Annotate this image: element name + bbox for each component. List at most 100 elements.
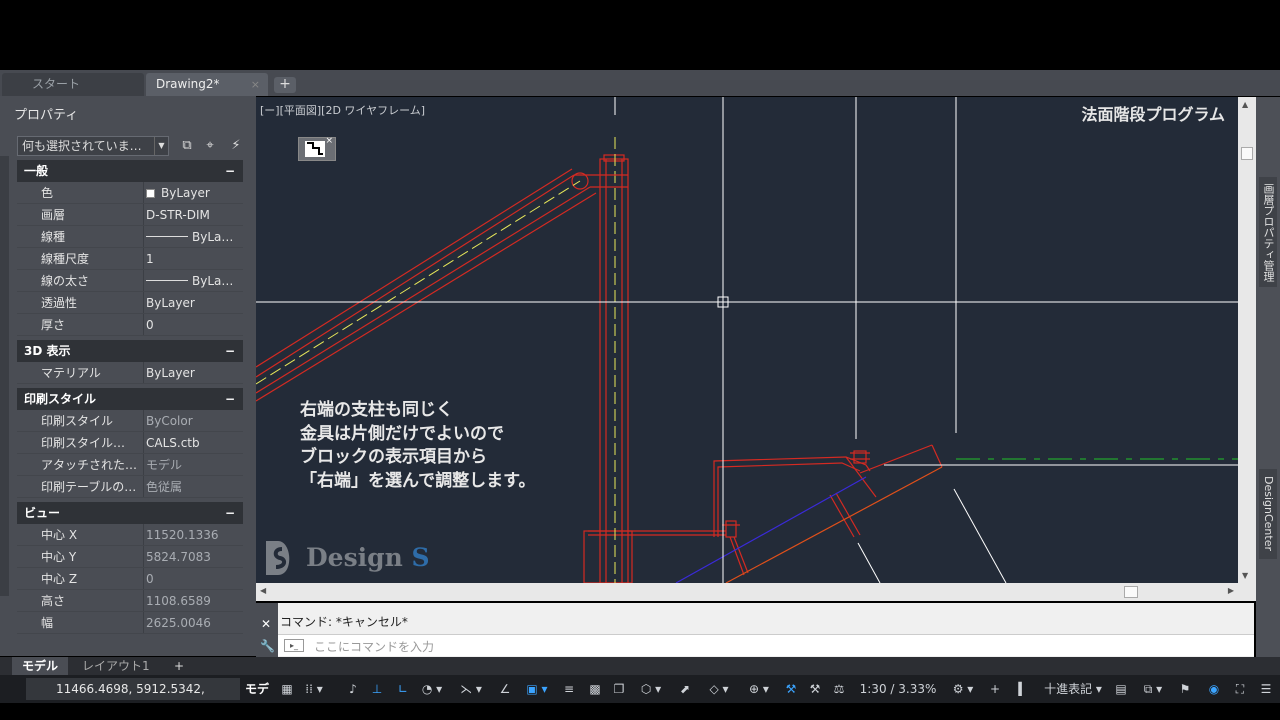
command-input[interactable]: ▸_ ここにコマンドを入力 [278,634,1254,656]
property-value[interactable]: 5824.7083 [146,546,242,568]
gizmo-icon[interactable]: ⊕ ▾ [742,678,776,700]
property-row[interactable]: 幅 2625.0046 [17,612,243,634]
scroll-up-icon[interactable]: ▲ [1242,100,1248,109]
dynamic-input-icon[interactable]: ⊥ [368,678,386,700]
lineweight-icon[interactable]: ≡ [560,678,578,700]
scale-selector[interactable]: 1:30 / 3.33% ▾ [856,678,940,718]
property-row[interactable]: 線の太さ ByLa… [17,270,243,292]
property-value[interactable]: D-STR-DIM [146,204,242,226]
close-tab-icon[interactable]: × [251,73,260,96]
tab-model[interactable]: モデル [12,657,69,675]
coordinate-readout[interactable]: 11466.4698, 5912.5342, 0.0000 [26,678,240,718]
property-row[interactable]: 線種尺度 1 [17,248,243,270]
property-value[interactable]: 11520.1336 [146,524,242,546]
annotation-visibility-icon[interactable]: ⚒ [782,678,800,700]
tab-drawing2[interactable]: Drawing2* × [146,73,268,96]
property-section-header[interactable]: 一般 − [17,160,243,182]
vertical-scroll-thumb[interactable] [1241,147,1253,160]
close-icon[interactable]: × [325,136,333,146]
property-row[interactable]: 高さ 1108.6589 [17,590,243,612]
property-value[interactable]: ByColor [146,410,242,432]
property-row[interactable]: 中心 Z 0 [17,568,243,590]
quick-select-icon[interactable]: ⚡ [227,137,245,155]
property-value[interactable]: 1 [146,248,242,270]
horizontal-scroll-thumb[interactable] [1124,586,1138,598]
property-row[interactable]: 中心 X 11520.1336 [17,524,243,546]
property-row[interactable]: 色 ByLayer [17,182,243,204]
isodraft-icon[interactable]: ⋋ ▾ [454,678,488,700]
property-row[interactable]: 画層 D-STR-DIM [17,204,243,226]
design-center-tab[interactable]: DesignCenter [1259,469,1277,559]
property-row[interactable]: 中心 Y 5824.7083 [17,546,243,568]
horizontal-scrollbar[interactable]: ◀ ▶ [256,583,1238,601]
property-row[interactable]: アタッチされた… モデル [17,454,243,476]
collapse-icon[interactable]: − [225,340,235,362]
vertical-scrollbar[interactable]: ▲ ▼ [1238,97,1256,583]
scroll-down-icon[interactable]: ▼ [1242,571,1248,580]
layer-manager-tab[interactable]: 画層プロパティ管理 [1259,177,1277,287]
model-space-toggle[interactable]: モデル [241,678,273,718]
property-row[interactable]: 印刷スタイル ByColor [17,410,243,432]
property-value[interactable]: CALS.ctb [146,432,242,454]
property-section-header[interactable]: 3D 表示 − [17,340,243,362]
property-row[interactable]: 透過性 ByLayer [17,292,243,314]
property-row[interactable]: マテリアル ByLayer [17,362,243,384]
command-line-handle[interactable]: ✕ 🔧 [256,603,278,657]
scroll-right-icon[interactable]: ▶ [1228,586,1234,595]
viewport-controls-label[interactable]: [ー][平面図][2D ワイヤフレーム] [260,102,425,118]
property-value[interactable]: 0 [146,568,242,590]
selection-combo[interactable]: 何も選択されていま… ▼ [17,136,169,156]
annotation-monitor-icon[interactable]: + [986,678,1004,700]
infer-constraints-icon[interactable]: ♪ [344,678,362,700]
lock-ui-icon[interactable]: ⧉ ▾ [1136,678,1170,700]
property-value[interactable]: ByLayer [146,182,242,204]
collapse-icon[interactable]: − [225,160,235,182]
hardware-acceleration-icon[interactable]: ◉ [1204,678,1224,700]
snap-icon[interactable]: ⁞⁞ ▾ [300,678,328,700]
property-value[interactable]: ByLayer [146,292,242,314]
add-layout-button[interactable]: + [164,657,194,675]
new-tab-button[interactable]: + [274,77,296,93]
grid-icon[interactable]: ▦ [278,678,296,700]
property-value[interactable]: 1108.6589 [146,590,242,612]
collapse-icon[interactable]: − [225,502,235,524]
property-row[interactable]: 印刷テーブルの… 色従属 [17,476,243,498]
close-icon[interactable]: ✕ [261,617,271,631]
property-value[interactable]: 2625.0046 [146,612,242,634]
tab-start[interactable]: スタート [2,73,144,96]
property-value[interactable]: ByLayer [146,362,242,384]
selection-filter-icon[interactable]: ◇ ▾ [702,678,736,700]
object-snap-icon[interactable]: ▣ ▾ [520,678,554,700]
property-row[interactable]: 線種 ByLa… [17,226,243,248]
scroll-left-icon[interactable]: ◀ [260,586,266,595]
tab-layout1[interactable]: レイアウト1 [72,657,160,675]
object-snap-tracking-icon[interactable]: ∠ [496,678,514,700]
select-objects-icon[interactable]: ⌖ [201,137,219,155]
property-section-header[interactable]: 印刷スタイル − [17,388,243,410]
annotation-scale-icon[interactable]: ⚖ [830,678,848,700]
prompt-icon[interactable]: ▸_ [284,639,304,652]
dynamic-ucs-icon[interactable]: ⬈ [676,678,694,700]
customization-menu-icon[interactable]: ☰ [1256,678,1276,700]
selection-cycling-icon[interactable]: ❐ [610,678,628,700]
ortho-icon[interactable]: ∟ [394,678,412,700]
property-section-header[interactable]: ビュー − [17,502,243,524]
workspace-gear-icon[interactable]: ⚙ ▾ [946,678,980,700]
quick-properties-icon[interactable]: ▤ [1112,678,1130,700]
polar-tracking-icon[interactable]: ◔ ▾ [418,678,446,700]
auto-scale-icon[interactable]: ⚒ [806,678,824,700]
units-selector[interactable]: 十進表記 ▾ [1038,678,1108,700]
wrench-icon[interactable]: 🔧 [260,639,275,653]
collapse-icon[interactable]: − [225,388,235,410]
property-value[interactable]: 色従属 [146,476,242,498]
drawing-viewport[interactable]: [ー][平面図][2D ワイヤフレーム] 法面階段プログラム × 右端の支柱も同… [256,97,1238,583]
isolate-objects-icon[interactable]: ⚑ [1176,678,1194,700]
property-value[interactable]: モデル [146,454,242,476]
property-row[interactable]: 印刷スタイル… CALS.ctb [17,432,243,454]
property-value[interactable]: 0 [146,314,242,336]
clean-screen-icon[interactable]: ⛶ [1230,678,1250,700]
toggle-pickadd-icon[interactable]: ⧉ [178,137,196,155]
transparency-icon[interactable]: ▩ [586,678,604,700]
block-grip-icon[interactable]: × [298,136,336,161]
property-value[interactable]: ByLa… [146,226,242,248]
